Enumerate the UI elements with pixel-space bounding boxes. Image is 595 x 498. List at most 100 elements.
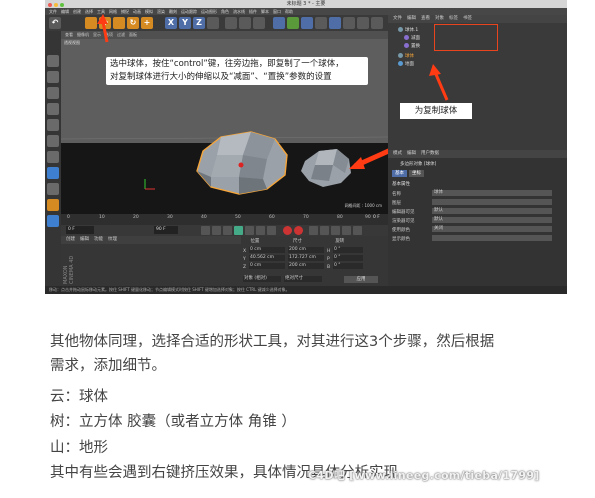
object-row[interactable]: 地面: [398, 61, 414, 69]
menu-item[interactable]: 插件: [249, 9, 257, 14]
menu-item[interactable]: 工具: [97, 9, 105, 14]
select-tool-icon[interactable]: [85, 17, 97, 29]
prev-frame-icon[interactable]: [223, 226, 232, 235]
menu-item[interactable]: 文件: [49, 9, 57, 14]
workplane-icon[interactable]: [47, 103, 59, 115]
menu-item[interactable]: 角色: [221, 9, 229, 14]
object-menu-item[interactable]: 书签: [463, 16, 472, 21]
enable-axis-icon[interactable]: [47, 167, 59, 179]
material-menu-item[interactable]: 功能: [94, 237, 103, 242]
subdivision-icon[interactable]: [287, 17, 299, 29]
attribute-menu-item[interactable]: 用户数据: [421, 151, 439, 156]
size-x-field[interactable]: 200 cm: [288, 247, 324, 253]
menu-item[interactable]: 动画: [133, 9, 141, 14]
light-icon[interactable]: [371, 17, 383, 29]
model-mode-icon[interactable]: [47, 71, 59, 83]
render-visible-select[interactable]: 默认: [432, 217, 552, 223]
rotate-tool-icon[interactable]: ↻: [127, 17, 139, 29]
keyframe-selection-icon[interactable]: [309, 226, 318, 235]
tab-basic[interactable]: 基本: [392, 170, 407, 177]
menu-item[interactable]: 选择: [85, 9, 93, 14]
play-icon[interactable]: [234, 226, 243, 235]
move-tool-icon[interactable]: ✥: [99, 17, 111, 29]
object-row[interactable]: 置换: [404, 43, 420, 51]
menu-item[interactable]: 脚本: [261, 9, 269, 14]
edges-mode-icon[interactable]: [47, 135, 59, 147]
snap-icon[interactable]: [47, 199, 59, 211]
start-frame-field[interactable]: 0 F: [66, 226, 94, 234]
record-icon[interactable]: [283, 226, 292, 235]
menu-item[interactable]: 网格: [109, 9, 117, 14]
undo-icon[interactable]: ↶: [49, 17, 61, 29]
menu-item[interactable]: 模拟: [145, 9, 153, 14]
camera-icon[interactable]: [357, 17, 369, 29]
menu-item[interactable]: 帮助: [285, 9, 293, 14]
object-menu-item[interactable]: 对象: [435, 16, 444, 21]
pos-z-field[interactable]: 0 cm: [249, 263, 285, 269]
menu-item[interactable]: 雕刻: [169, 9, 177, 14]
display-color-swatch[interactable]: [432, 235, 552, 241]
object-row[interactable]: 减面: [404, 35, 420, 43]
make-editable-icon[interactable]: [47, 55, 59, 67]
texture-mode-icon[interactable]: [47, 87, 59, 99]
material-menu-item[interactable]: 纹理: [108, 237, 117, 242]
pos-y-field[interactable]: 40.562 cm: [249, 255, 285, 261]
menu-item[interactable]: 运动跟踪: [181, 9, 197, 14]
object-row[interactable]: 球体.1: [398, 27, 418, 35]
prev-key-icon[interactable]: [212, 226, 221, 235]
deformer-icon[interactable]: [329, 17, 341, 29]
menu-item[interactable]: 流水线: [233, 9, 245, 14]
end-frame-field[interactable]: 90 F: [154, 226, 178, 234]
menu-item[interactable]: 创建: [73, 9, 81, 14]
render-view-icon[interactable]: [225, 17, 237, 29]
attribute-menu-item[interactable]: 编辑: [407, 151, 416, 156]
timeline[interactable]: 0 10 20 30 40 50 60 70 80 90 0 F 0 F 90 …: [61, 214, 388, 236]
next-key-icon[interactable]: [256, 226, 265, 235]
maximize-icon[interactable]: [60, 3, 64, 7]
key-param-icon[interactable]: [353, 226, 362, 235]
menu-item[interactable]: 运动图形: [201, 9, 217, 14]
points-mode-icon[interactable]: [47, 119, 59, 131]
attribute-menu-item[interactable]: 模式: [393, 151, 402, 156]
menu-item[interactable]: 窗口: [273, 9, 281, 14]
name-field[interactable]: 球体: [432, 190, 552, 196]
close-icon[interactable]: [48, 3, 52, 7]
apply-button[interactable]: 应用: [344, 276, 378, 283]
render-picture-icon[interactable]: [239, 17, 251, 29]
size-y-field[interactable]: 172.727 cm: [288, 255, 324, 261]
move-cross-icon[interactable]: +: [141, 17, 153, 29]
coord-mode-select[interactable]: 对象 (相对): [243, 276, 281, 282]
menu-item[interactable]: 渲染: [157, 9, 165, 14]
autokey-icon[interactable]: [294, 226, 303, 235]
material-menu-item[interactable]: 创建: [66, 237, 75, 242]
object-menu-item[interactable]: 查看: [421, 16, 430, 21]
size-z-field[interactable]: 200 cm: [288, 263, 324, 269]
object-menu-item[interactable]: 文件: [393, 16, 402, 21]
material-menu-item[interactable]: 编辑: [80, 237, 89, 242]
next-frame-icon[interactable]: [245, 226, 254, 235]
layer-field[interactable]: [432, 199, 552, 205]
sphere-original[interactable]: [196, 131, 288, 195]
sculpt-icon[interactable]: [47, 215, 59, 227]
axis-y-button[interactable]: Y: [179, 17, 191, 29]
tab-coord[interactable]: 坐标: [409, 170, 424, 177]
rot-h-field[interactable]: 0 °: [333, 247, 363, 253]
array-icon[interactable]: [315, 17, 327, 29]
object-row-selected[interactable]: 球体: [398, 53, 414, 61]
spline-icon[interactable]: [301, 17, 313, 29]
tweak-icon[interactable]: [47, 183, 59, 195]
size-mode-select[interactable]: 绝对尺寸: [284, 276, 322, 282]
editor-visible-select[interactable]: 默认: [432, 208, 552, 214]
sphere-copy[interactable]: [301, 149, 351, 187]
key-rotation-icon[interactable]: [342, 226, 351, 235]
key-position-icon[interactable]: [320, 226, 329, 235]
cube-icon[interactable]: [273, 17, 285, 29]
pos-x-field[interactable]: 0 cm: [249, 247, 285, 253]
axis-z-button[interactable]: Z: [193, 17, 205, 29]
rot-p-field[interactable]: 0 °: [333, 255, 363, 261]
menu-item[interactable]: 捕捉: [121, 9, 129, 14]
axis-x-button[interactable]: X: [165, 17, 177, 29]
rot-b-field[interactable]: 0 °: [333, 263, 363, 269]
menu-item[interactable]: 编辑: [61, 9, 69, 14]
use-color-select[interactable]: 关闭: [432, 226, 552, 232]
